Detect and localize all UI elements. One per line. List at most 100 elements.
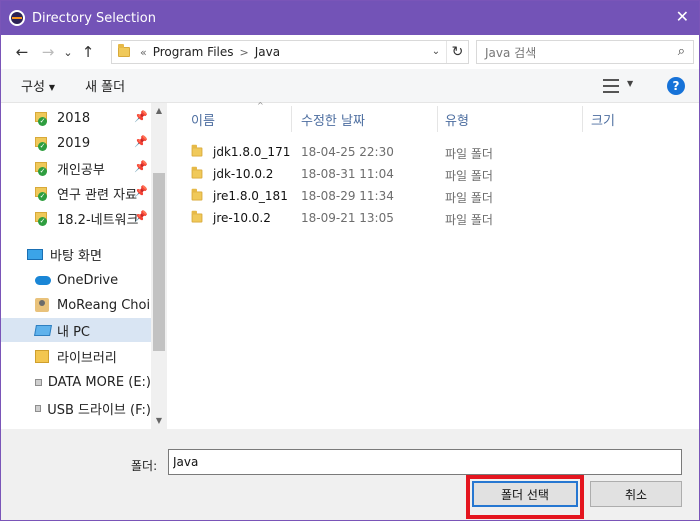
file-date: 18-08-31 11:04 — [301, 167, 394, 181]
sidebar-item-personal-study[interactable]: ✓ 개인공부 📌 — [1, 156, 151, 180]
command-toolbar: 구성 ▼ 새 폴더 ▼ ? — [1, 69, 699, 103]
folder-icon: ✓ — [35, 137, 49, 151]
address-dropdown-icon[interactable]: ⌄ — [428, 41, 444, 63]
sidebar-item-label: 2018 — [57, 110, 91, 126]
sidebar-item-2018[interactable]: ✓ 2018 📌 — [1, 106, 151, 130]
column-divider[interactable] — [291, 106, 292, 132]
sidebar-item-label: 연구 관련 자료 — [57, 187, 138, 203]
pin-icon[interactable]: 📌 — [134, 110, 148, 123]
new-folder-button[interactable]: 새 폴더 — [85, 76, 125, 95]
title-bar: Directory Selection ✕ — [1, 1, 699, 35]
user-folder-icon — [35, 298, 49, 312]
close-icon[interactable]: ✕ — [676, 7, 689, 26]
file-type: 파일 폴더 — [445, 147, 493, 161]
table-row[interactable]: jre-10.0.2 18-09-21 13:05 파일 폴더 — [191, 207, 691, 229]
column-header-type[interactable]: 유형 — [445, 103, 469, 135]
eclipse-app-icon — [9, 10, 25, 26]
refresh-icon[interactable]: ↻ — [446, 41, 468, 63]
sidebar-item-drive-e[interactable]: DATA MORE (E:) — [1, 370, 151, 394]
pin-icon[interactable]: 📌 — [134, 185, 148, 198]
sidebar-item-label: 바탕 화면 — [50, 248, 102, 264]
search-box[interactable]: Java 검색 ⌕ — [476, 40, 694, 64]
up-arrow-icon[interactable]: ↑ — [75, 43, 101, 61]
breadcrumb-java[interactable]: Java — [255, 45, 280, 59]
folder-icon — [118, 44, 130, 57]
file-name: jre1.8.0_181 — [213, 189, 288, 203]
search-placeholder[interactable]: Java 검색 — [485, 44, 536, 61]
column-header-label: 유형 — [445, 113, 469, 129]
back-arrow-icon[interactable]: ← — [9, 43, 35, 61]
folder-icon: ✓ — [35, 162, 49, 176]
file-list: 이름 ^ 수정한 날짜 유형 크기 jdk1.8.0_171 18-04-25 … — [169, 101, 699, 429]
table-row[interactable]: jre1.8.0_181 18-08-29 11:34 파일 폴더 — [191, 185, 691, 207]
sidebar-item-label: DATA MORE (E:) — [47, 374, 151, 390]
table-row[interactable]: jdk-10.0.2 18-08-31 11:04 파일 폴더 — [191, 163, 691, 185]
navigation-pane-scrollbar[interactable]: ▲ ▼ — [151, 103, 167, 429]
cancel-button[interactable]: 취소 — [590, 481, 682, 507]
column-header-size[interactable]: 크기 — [591, 103, 615, 135]
pin-icon[interactable]: 📌 — [134, 135, 148, 148]
table-row[interactable]: jdk1.8.0_171 18-04-25 22:30 파일 폴더 — [191, 141, 691, 163]
drive-icon — [35, 404, 42, 412]
sidebar-item-desktop[interactable]: 바탕 화면 — [1, 242, 151, 266]
sidebar-item-label: 2019 — [57, 135, 91, 151]
library-icon — [35, 349, 49, 363]
sidebar-item-label: USB 드라이브 (F:) — [47, 402, 151, 418]
folder-name-field[interactable] — [168, 449, 682, 475]
help-icon[interactable]: ? — [667, 77, 685, 95]
sidebar-item-label: 내 PC — [57, 324, 91, 340]
cloud-icon — [35, 275, 51, 285]
sidebar-item-research[interactable]: ✓ 연구 관련 자료 📌 — [1, 181, 151, 205]
sidebar-item-drive-f[interactable]: USB 드라이브 (F:) — [1, 396, 151, 420]
pin-icon[interactable]: 📌 — [134, 160, 148, 173]
folder-icon — [191, 210, 203, 223]
sidebar-item-libraries[interactable]: 라이브러리 — [1, 344, 151, 368]
file-date: 18-09-21 13:05 — [301, 211, 394, 225]
highlight-annotation — [466, 475, 584, 519]
scroll-up-icon[interactable]: ▲ — [151, 103, 167, 119]
desktop-icon — [27, 248, 43, 260]
file-name: jre-10.0.2 — [213, 211, 271, 225]
address-bar[interactable]: « Program Files > Java ⌄ ↻ — [111, 40, 469, 64]
column-divider[interactable] — [437, 106, 438, 132]
file-type: 파일 폴더 — [445, 191, 493, 205]
window-title: Directory Selection — [32, 10, 156, 26]
folder-icon: ✓ — [35, 112, 49, 126]
column-divider[interactable] — [582, 106, 583, 132]
file-type: 파일 폴더 — [445, 213, 493, 227]
column-header-date[interactable]: 수정한 날짜 — [301, 103, 365, 135]
folder-icon: ✓ — [35, 212, 49, 226]
drive-icon — [35, 378, 42, 386]
sidebar-item-user[interactable]: MoReang Choi — [1, 293, 151, 317]
scroll-thumb[interactable] — [153, 173, 165, 351]
pin-icon[interactable]: 📌 — [134, 210, 148, 223]
sidebar-item-label: 라이브러리 — [57, 350, 117, 366]
recent-locations-chevron-icon[interactable]: ⌄ — [61, 46, 75, 59]
sort-ascending-icon: ^ — [257, 101, 264, 110]
sidebar-item-2019[interactable]: ✓ 2019 📌 — [1, 131, 151, 155]
folder-icon: ✓ — [35, 187, 49, 201]
file-name: jdk-10.0.2 — [213, 167, 274, 181]
organize-menu[interactable]: 구성 ▼ — [21, 76, 55, 95]
directory-selection-dialog: Directory Selection ✕ ← → ⌄ ↑ « Program … — [0, 0, 700, 521]
view-chevron-down-icon[interactable]: ▼ — [627, 79, 633, 88]
sidebar-item-label: MoReang Choi — [57, 297, 151, 313]
scroll-down-icon[interactable]: ▼ — [151, 413, 167, 429]
column-header-label: 수정한 날짜 — [301, 113, 365, 129]
folder-field-label: 폴더: — [131, 459, 158, 473]
breadcrumb-separator[interactable]: > — [240, 46, 249, 59]
folder-icon — [191, 144, 203, 157]
sidebar-item-network[interactable]: ✓ 18.2-네트워크 📌 — [1, 206, 151, 230]
column-header-label: 이름 — [191, 113, 215, 129]
sidebar-item-onedrive[interactable]: OneDrive — [1, 268, 151, 292]
chevron-down-icon: ▼ — [48, 83, 56, 92]
search-icon[interactable]: ⌕ — [678, 44, 685, 59]
breadcrumb-overflow[interactable]: « — [140, 46, 147, 59]
sidebar-item-this-pc[interactable]: 내 PC — [1, 318, 151, 342]
organize-label: 구성 — [21, 80, 45, 95]
view-options-icon[interactable] — [603, 79, 619, 93]
forward-arrow-icon[interactable]: → — [35, 43, 61, 61]
file-date: 18-08-29 11:34 — [301, 189, 394, 203]
breadcrumb-program-files[interactable]: Program Files — [153, 45, 234, 59]
column-header-name[interactable]: 이름 ^ — [191, 101, 301, 135]
